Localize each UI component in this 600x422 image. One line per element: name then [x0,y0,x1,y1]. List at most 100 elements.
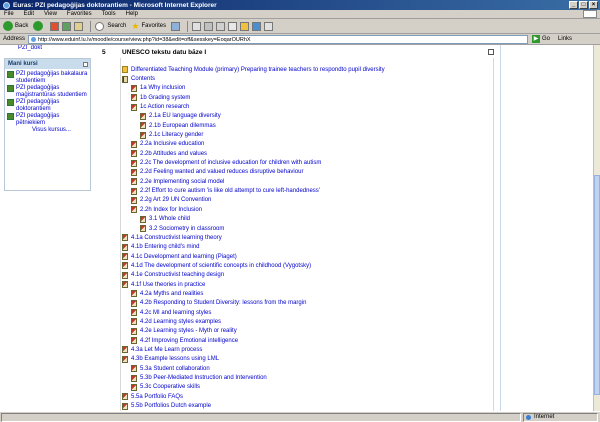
resource-label: 4.2c MI and learning styles [140,309,212,316]
resource-link[interactable]: 3.2 Sociometry in classroom [122,224,492,233]
scrollbar-thumb[interactable] [594,175,600,395]
section-number: 5 [102,48,106,56]
resource-link[interactable]: 4.2a Myths and realities [122,289,492,298]
all-courses-link[interactable]: Visus kursus... [32,127,88,134]
links-button[interactable]: Links [558,36,572,42]
resource-link[interactable]: Differentiated Teaching Module (primary)… [122,65,492,74]
resource-label: 2.2f Effort to cure autism 'is like old … [140,188,320,195]
menu-file[interactable]: File [4,11,14,17]
resource-link[interactable]: 2.1a EU language diversity [122,112,492,121]
research-icon[interactable] [264,21,274,31]
messenger-icon[interactable] [252,21,262,31]
resource-link[interactable]: 2.2c The development of inclusive educat… [122,158,492,167]
resource-link[interactable]: 2.2a Inclusive education [122,140,492,149]
edit-icon[interactable] [216,21,226,31]
page-icon [131,374,137,382]
resource-label: 4.1b Entering child's mind [131,244,200,251]
resource-link[interactable]: 4.1e Constructivist teaching design [122,271,492,280]
favorites-button[interactable]: ★ Favorites [131,21,166,32]
menu-view[interactable]: View [44,11,57,17]
page-icon [131,337,137,345]
resource-link[interactable]: Contents [122,74,492,83]
forward-arrow-icon [33,21,44,31]
resource-link[interactable]: 5.5b Portfolios Dutch example [122,401,492,410]
resource-link[interactable]: 2.2b Attitudes and values [122,149,492,158]
discuss-icon[interactable] [228,21,238,31]
course-link[interactable]: PZI pedagoģijas bakalaura studentiem [7,71,88,85]
course-link[interactable]: PZI pedagoģijas doktorantiem [7,99,88,113]
back-arrow-icon [3,21,13,31]
resource-link[interactable]: 5.3c Cooperative skills [122,383,492,392]
resource-link[interactable]: 2.1b European dilemmas [122,121,492,130]
resource-link[interactable]: 5.3b Peer-Mediated Instruction and Inter… [122,373,492,382]
resource-label: 2.2h Index for Inclusion [140,206,203,213]
toolbar-separator [187,20,189,32]
resource-link[interactable]: 4.1b Entering child's mind [122,243,492,252]
page-icon [131,383,137,391]
resource-link[interactable]: 4.3a Let Me Learn process [122,345,492,354]
page-icon [131,309,137,317]
resource-link[interactable]: 2.2h Index for Inclusion [122,205,492,214]
close-button[interactable]: × [589,1,598,9]
stop-icon[interactable] [50,21,60,31]
resource-link[interactable]: 4.2d Learning styles examples [122,317,492,326]
resource-link[interactable]: 2.2d Feeling wanted and valued reduces d… [122,168,492,177]
resource-link[interactable]: 3.1 Whole child [122,215,492,224]
resource-link[interactable]: 1c Action research [122,102,492,111]
security-zone: Internet [523,412,598,422]
course-link[interactable]: PZI pedagoģijas pētniekiem [7,113,88,127]
print-icon[interactable] [204,21,214,31]
resource-link[interactable]: 1b Grading system [122,93,492,102]
resource-link[interactable]: 4.1d The development of scientific conce… [122,261,492,270]
menu-favorites[interactable]: Favorites [67,11,92,17]
minimize-button[interactable]: _ [569,1,578,9]
resource-link[interactable]: 2.1c Literacy gender [122,130,492,139]
back-button[interactable]: Back [3,21,28,31]
resource-label: 1c Action research [140,104,190,111]
resource-label: 4.3b Example lessons using LML [131,356,220,363]
resource-link[interactable]: 4.1c Development and learning (Piaget) [122,252,492,261]
address-input[interactable]: http://www.eduinf.lu.lv/moodle/course/vi… [28,34,529,44]
section-toggle-icon[interactable] [488,49,494,55]
forward-button[interactable] [33,21,45,31]
course-label: PZI pedagoģijas doktorantiem [16,99,60,112]
page-icon [122,355,128,363]
resource-link[interactable]: 4.1a Constructivist learning theory [122,233,492,242]
resource-link[interactable]: 4.2b Responding to Student Diversity: le… [122,299,492,308]
resource-link[interactable]: 5.3a Student collaboration [122,364,492,373]
folder-icon[interactable] [240,21,250,31]
resource-link[interactable]: 2.2e Implementing social model [122,177,492,186]
resource-label: 4.1c Development and learning (Piaget) [131,253,237,260]
resource-link[interactable]: 1a Why inclusion [122,84,492,93]
block-header: Mani kursi [5,59,90,69]
menu-help[interactable]: Help [126,11,138,17]
menu-tools[interactable]: Tools [102,11,116,17]
resource-link[interactable]: 4.1f Use theories in practice [122,280,492,289]
history-icon[interactable] [171,21,181,31]
mail-icon[interactable] [192,21,202,31]
block-collapse-icon[interactable] [83,61,88,67]
resource-label: 5.5a Portfolio FAQs [131,393,184,400]
home-icon[interactable] [74,21,84,31]
windows-logo-icon [583,10,597,18]
resource-link[interactable]: 4.3b Example lessons using LML [122,355,492,364]
sidebar-top-link[interactable]: PZI_dokt [18,45,42,51]
course-link[interactable]: PZI pedagoģijas maģistrantūras studentie… [7,85,88,99]
vertical-scrollbar[interactable] [593,45,600,411]
search-button[interactable]: Search [95,21,126,31]
menu-edit[interactable]: Edit [24,11,34,17]
resource-link[interactable]: 5.5a Portfolio FAQs [122,392,492,401]
maximize-button[interactable]: □ [579,1,588,9]
resource-link[interactable]: 2.2g Art 29 UN Convention [122,196,492,205]
resource-link[interactable]: 4.2e Learning styles - Myth or reality [122,327,492,336]
resource-link[interactable]: 4.2f Improving Emotional intelligence [122,336,492,345]
go-button[interactable]: ▶ Go [532,35,550,43]
page-icon [140,215,146,223]
page-icon [122,243,128,251]
resource-link[interactable]: 2.2f Effort to cure autism 'is like old … [122,186,492,195]
refresh-icon[interactable] [62,21,72,31]
resource-link[interactable]: 4.2c MI and learning styles [122,308,492,317]
resource-label: 3.2 Sociometry in classroom [149,225,225,232]
resource-label: 5.3c Cooperative skills [140,384,201,391]
resource-label: 2.2b Attitudes and values [140,150,208,157]
